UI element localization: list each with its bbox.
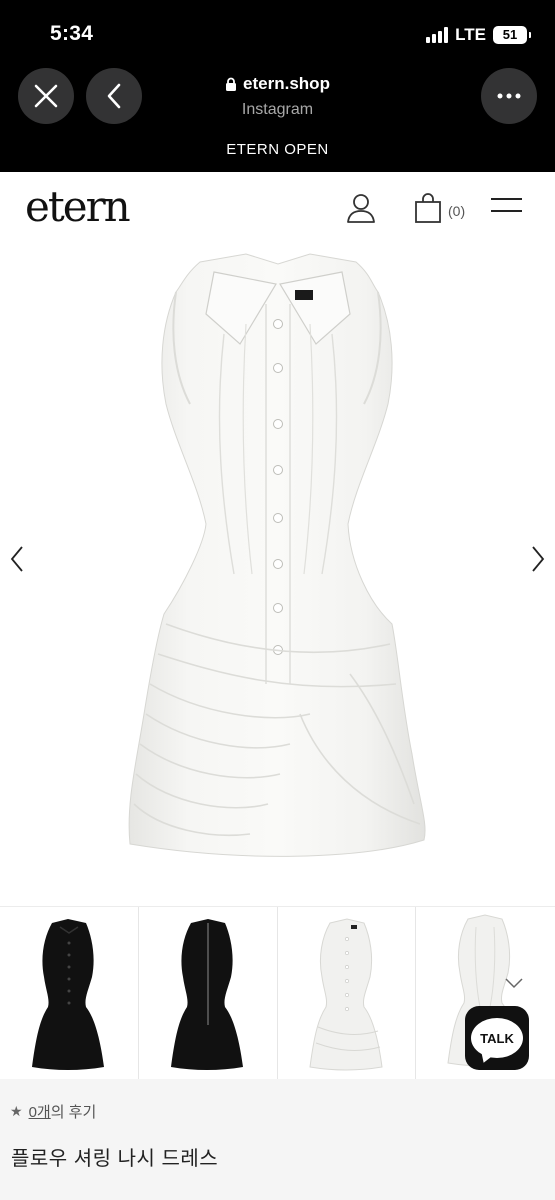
- chevron-right-icon: [532, 546, 545, 572]
- next-image-button[interactable]: [523, 544, 553, 574]
- product-info: ★ 0개의 후기 플로우 셔링 나시 드레스: [0, 1079, 555, 1200]
- status-indicators: LTE 51: [426, 25, 531, 45]
- product-gallery: [0, 244, 555, 904]
- chevron-down-icon: [505, 978, 523, 989]
- shopping-bag-icon: [415, 193, 441, 223]
- signal-icon: [426, 27, 449, 43]
- thumbnail-white-front[interactable]: [277, 907, 417, 1079]
- browser-chrome: 5:34 LTE 51 etern.shop Instagram ETERN O…: [0, 0, 555, 172]
- review-count-link[interactable]: 0개: [29, 1104, 51, 1121]
- thumbnail-black-back[interactable]: [138, 907, 278, 1079]
- more-horizontal-icon: [497, 93, 521, 99]
- thumbnail-image: [308, 918, 383, 1071]
- talk-label: TALK: [471, 1018, 523, 1058]
- cart-button[interactable]: (0): [414, 192, 465, 224]
- address-bar[interactable]: etern.shop Instagram: [0, 74, 555, 119]
- brand-logo[interactable]: etern: [25, 186, 131, 228]
- cart-count: (0): [448, 203, 466, 219]
- review-suffix: 의 후기: [50, 1104, 97, 1121]
- thumbnail-image: [170, 919, 243, 1070]
- kakao-talk-button[interactable]: TALK: [465, 1006, 529, 1070]
- product-main-image[interactable]: [0, 244, 555, 904]
- site-header: etern (0): [0, 172, 555, 244]
- promo-banner[interactable]: ETERN OPEN: [0, 141, 555, 158]
- url-text: etern.shop: [243, 74, 330, 93]
- product-name: 플로우 셔링 나시 드레스: [11, 1148, 219, 1170]
- expand-button[interactable]: [504, 976, 524, 994]
- status-time: 5:34: [50, 22, 94, 45]
- star-icon: ★: [10, 1103, 23, 1119]
- user-icon: [347, 194, 375, 223]
- battery-icon: 51: [493, 26, 531, 44]
- review-summary: ★ 0개의 후기: [10, 1101, 96, 1122]
- thumbnail-black-front[interactable]: [0, 907, 139, 1079]
- hamburger-menu-icon[interactable]: [491, 198, 522, 222]
- thumbnail-image: [32, 919, 104, 1070]
- lock-icon: [226, 77, 237, 91]
- url-subtitle: Instagram: [241, 100, 314, 118]
- more-button[interactable]: [481, 68, 537, 124]
- account-button[interactable]: [345, 192, 377, 229]
- network-type: LTE: [455, 25, 486, 44]
- chevron-left-icon: [10, 546, 23, 572]
- prev-image-button[interactable]: [2, 544, 32, 574]
